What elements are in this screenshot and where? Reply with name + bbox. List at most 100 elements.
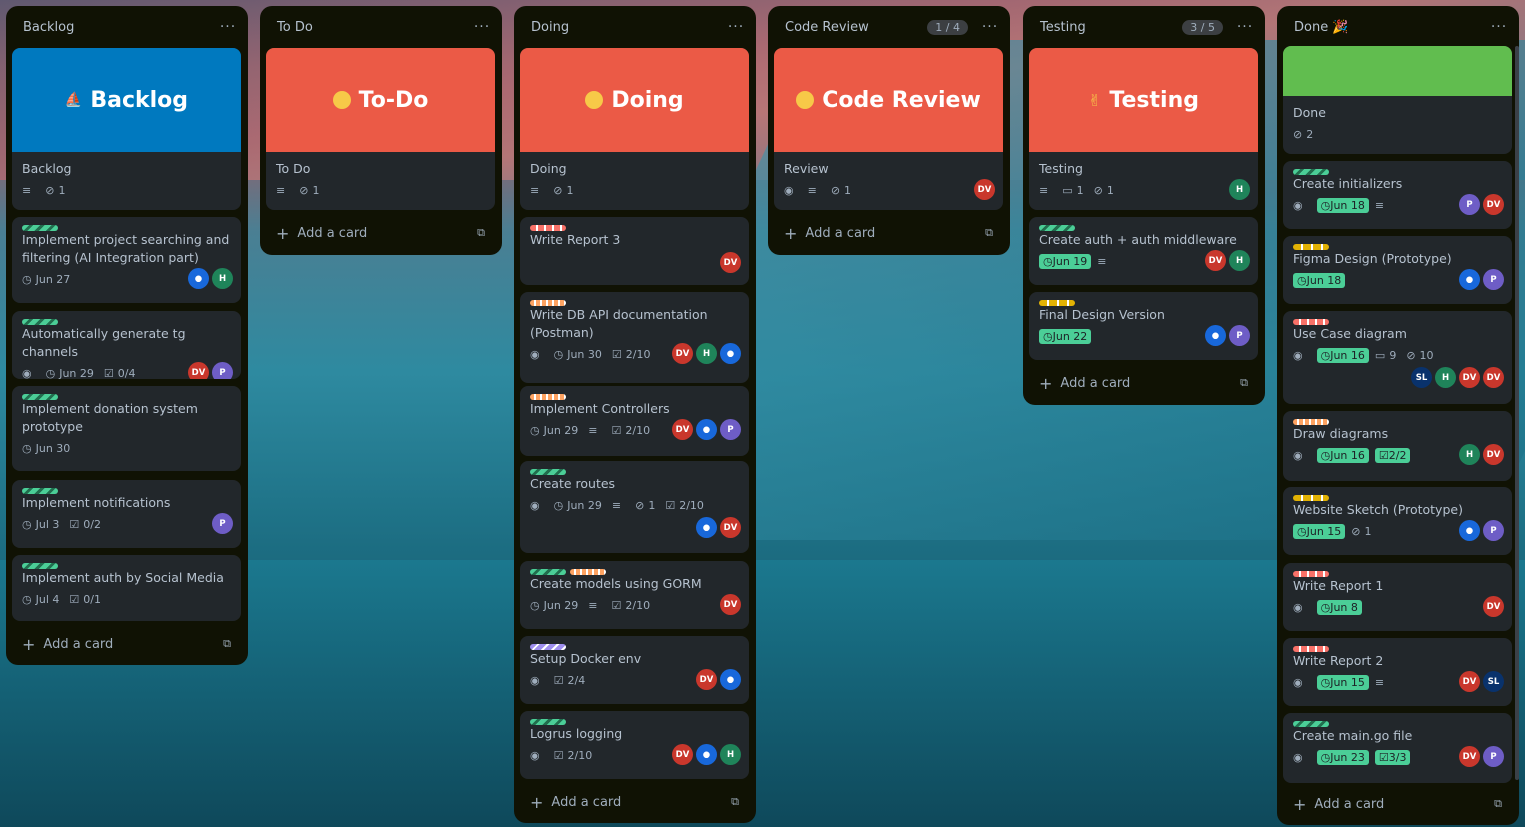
board-scrollbar[interactable] (1515, 46, 1519, 780)
avatar[interactable]: ● (1459, 520, 1480, 541)
list-menu-icon[interactable]: ··· (980, 19, 1000, 35)
card-cover[interactable]: To-Do To Do ≡ ⊘ 1 (266, 48, 495, 210)
add-card-button[interactable]: + Add a card ⧉ (1283, 789, 1512, 819)
avatar[interactable]: ● (720, 669, 741, 690)
avatar[interactable]: ● (720, 343, 741, 364)
card[interactable]: Create initializers ◉ ◷ Jun 18 ≡ P DV (1283, 161, 1512, 229)
card[interactable]: Setup Docker env ◉ ☑ 2/4 DV ● (520, 636, 749, 704)
card-cover[interactable]: Doing Doing ≡ ⊘ 1 (520, 48, 749, 210)
avatar[interactable]: DV (720, 252, 741, 273)
add-card-button[interactable]: + Add a card ⧉ (774, 218, 1003, 248)
avatar[interactable]: P (1483, 746, 1504, 767)
card[interactable]: Create models using GORM ◷ Jun 29 ≡ ☑ 2/10 D… (520, 561, 749, 629)
avatar[interactable]: DV (696, 669, 717, 690)
list-title[interactable]: To Do (277, 20, 472, 35)
card[interactable]: Use Case diagram ◉ ◷ Jun 16 ▭ 9 ⊘ 10 SL H DV DV (1283, 311, 1512, 404)
list-menu-icon[interactable]: ··· (1235, 19, 1255, 35)
avatar[interactable]: DV (672, 419, 693, 440)
list-title[interactable]: Done 🎉 (1294, 20, 1489, 35)
list-title[interactable]: Code Review (785, 20, 927, 35)
avatar[interactable]: DV (720, 517, 741, 538)
avatar[interactable]: ● (696, 419, 717, 440)
avatar[interactable]: DV (974, 179, 995, 200)
avatar[interactable]: H (720, 744, 741, 765)
avatar[interactable]: DV (1459, 671, 1480, 692)
avatar[interactable]: DV (1483, 194, 1504, 215)
due-date-badge[interactable]: ◷ Jun 15 (1316, 674, 1369, 690)
avatar[interactable]: H (696, 343, 717, 364)
avatar[interactable]: DV (720, 594, 741, 615)
card-cover[interactable]: ⛵ Backlog Backlog ≡ ⊘ 1 (12, 48, 241, 210)
card[interactable]: Implement notifications ◷ Jul 3 ☑ 0/2 P (12, 480, 241, 548)
list-menu-icon[interactable]: ··· (726, 19, 746, 35)
avatar[interactable]: DV (1483, 596, 1504, 617)
avatar[interactable]: ● (188, 268, 209, 289)
avatar[interactable]: DV (672, 744, 693, 765)
card[interactable]: Write Report 2 ◉ ◷ Jun 15 ≡ DV SL (1283, 638, 1512, 706)
card[interactable]: Implement project searching and filterin… (12, 217, 241, 303)
template-icon[interactable]: ⧉ (1494, 797, 1502, 811)
avatar[interactable]: DV (1483, 444, 1504, 465)
card[interactable]: Implement donation system prototype ◷ Jun… (12, 386, 241, 471)
template-icon[interactable]: ⧉ (731, 795, 739, 809)
card[interactable]: Create routes ◉ ◷ Jun 29 ≡ ⊘ 1 ☑ 2/10 ● DV (520, 461, 749, 553)
list-title[interactable]: Testing (1040, 20, 1182, 35)
card-cover[interactable]: ✌ Testing Testing ≡ ▭ 1 ⊘ 1 H (1029, 48, 1258, 210)
avatar[interactable]: P (1229, 325, 1250, 346)
add-card-button[interactable]: + Add a card ⧉ (266, 218, 495, 248)
add-card-button[interactable]: + Add a card ⧉ (1029, 368, 1258, 398)
card-cover[interactable]: Done ⊘ 2 (1283, 46, 1512, 154)
avatar[interactable]: DV (1483, 367, 1504, 388)
card[interactable]: Draw diagrams ◉ ◷ Jun 16 ☑ 2/2 H DV (1283, 411, 1512, 481)
card[interactable]: Create main.go file ◉ ◷ Jun 23 ☑ 3/3 DV P (1283, 713, 1512, 783)
avatar[interactable]: H (1229, 179, 1250, 200)
avatar[interactable]: ● (696, 517, 717, 538)
list-menu-icon[interactable]: ··· (218, 19, 238, 35)
card[interactable]: Write Report 1 ◉ ◷ Jun 8 DV (1283, 563, 1512, 631)
avatar[interactable]: P (212, 362, 233, 379)
avatar[interactable]: P (1483, 520, 1504, 541)
list-header[interactable]: Backlog ··· (6, 6, 248, 48)
due-date-badge[interactable]: ◷ Jun 8 (1316, 599, 1362, 615)
avatar[interactable]: P (212, 513, 233, 534)
list-header[interactable]: Done 🎉 ··· (1277, 6, 1519, 48)
avatar[interactable]: DV (188, 362, 209, 379)
avatar[interactable]: SL (1411, 367, 1432, 388)
avatar[interactable]: ● (696, 744, 717, 765)
avatar[interactable]: ● (1459, 269, 1480, 290)
due-date-badge[interactable]: ◷ Jun 22 (1039, 328, 1092, 344)
card-cover[interactable]: Code Review Review ◉ ≡ ⊘ 1 DV (774, 48, 1003, 210)
card[interactable]: Automatically generate tg channels ◉ ◷ Jun… (12, 311, 241, 379)
avatar[interactable]: DV (1459, 367, 1480, 388)
template-icon[interactable]: ⧉ (1240, 376, 1248, 390)
avatar[interactable]: DV (672, 343, 693, 364)
due-date-badge[interactable]: ◷ Jun 18 (1316, 197, 1369, 213)
due-date-badge[interactable]: ◷ Jun 19 (1039, 253, 1092, 269)
list-menu-icon[interactable]: ··· (1489, 19, 1509, 35)
card[interactable]: Write DB API documentation (Postman) ◉ ◷ J… (520, 292, 749, 383)
card[interactable]: Figma Design (Prototype) ◷ Jun 18 ● P (1283, 236, 1512, 304)
due-date-badge[interactable]: ◷ Jun 16 (1316, 347, 1369, 363)
card[interactable]: Write Report 3 DV (520, 217, 749, 285)
avatar[interactable]: P (1459, 194, 1480, 215)
template-icon[interactable]: ⧉ (985, 226, 993, 240)
list-menu-icon[interactable]: ··· (472, 19, 492, 35)
list-title[interactable]: Backlog (23, 20, 218, 35)
card[interactable]: Website Sketch (Prototype) ◷ Jun 15 ⊘ 1 ● P (1283, 487, 1512, 555)
template-icon[interactable]: ⧉ (477, 226, 485, 240)
avatar[interactable]: P (720, 419, 741, 440)
list-header[interactable]: To Do ··· (260, 6, 502, 48)
card[interactable]: Implement auth by Social Media ◷ Jul 4 ☑ 0/… (12, 555, 241, 621)
due-date-badge[interactable]: ◷ Jun 23 (1316, 749, 1369, 765)
avatar[interactable]: P (1483, 269, 1504, 290)
add-card-button[interactable]: + Add a card ⧉ (12, 629, 241, 659)
list-title[interactable]: Doing (531, 20, 726, 35)
avatar[interactable]: DV (1205, 250, 1226, 271)
avatar[interactable]: ● (1205, 325, 1226, 346)
card[interactable]: Create auth + auth middleware ◷ Jun 19 ≡ D… (1029, 217, 1258, 285)
card[interactable]: Final Design Version ◷ Jun 22 ● P (1029, 292, 1258, 360)
card[interactable]: Logrus logging ◉ ☑ 2/10 DV ● H (520, 711, 749, 779)
template-icon[interactable]: ⧉ (223, 637, 231, 651)
add-card-button[interactable]: + Add a card ⧉ (520, 787, 749, 817)
due-date-badge[interactable]: ◷ Jun 16 (1316, 447, 1369, 463)
